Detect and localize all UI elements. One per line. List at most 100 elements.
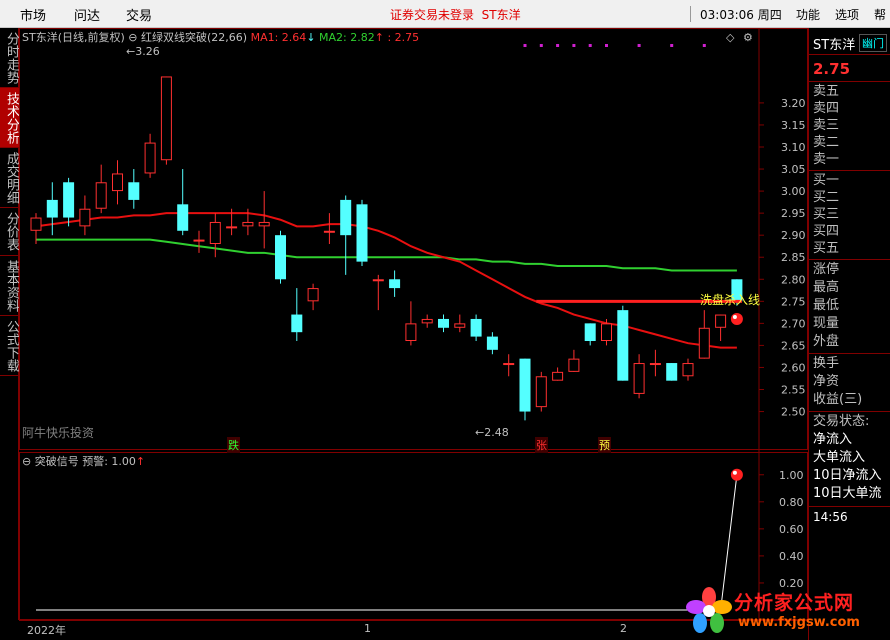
clock: 03:03:06 周四	[700, 8, 782, 22]
quote-panel: ST东洋 幽门 2.75 卖五 卖四 卖三 卖二 卖一 买一 买二 买三 买四 …	[808, 28, 890, 640]
signal-ball-highlight	[732, 470, 737, 475]
signal-tick-label: 0.60	[779, 523, 804, 536]
candle-up	[421, 318, 433, 324]
order-book-buy2: 买二	[813, 190, 840, 205]
collapse-icon[interactable]: ⊖	[22, 455, 31, 468]
ma2-value: MA2: 2.82	[319, 31, 375, 44]
price-tick-label: 2.70	[781, 317, 806, 330]
candle-down	[486, 336, 498, 350]
quote-tag[interactable]: 幽门	[859, 34, 887, 52]
candle-up	[307, 288, 319, 302]
order-book-sell5: 卖五	[813, 84, 840, 99]
signal-axis-labels: 1.000.800.600.400.20	[759, 469, 804, 590]
price-tick-label: 3.10	[781, 141, 806, 154]
candle-up	[454, 323, 466, 328]
quote-limit-up: 涨停	[813, 262, 840, 277]
candle-down	[275, 235, 286, 280]
candle-up	[79, 208, 91, 227]
candle-down	[519, 358, 531, 412]
candle-up	[226, 226, 238, 229]
mark-zhang: 张	[535, 437, 548, 453]
divider	[809, 259, 890, 260]
signal-dot	[572, 44, 576, 47]
price-tick-label: 3.15	[781, 119, 806, 132]
menu-wenda[interactable]: 问达	[74, 5, 100, 24]
ma1-value: MA1: 2.64	[250, 31, 307, 44]
price-tick-label: 2.55	[781, 384, 806, 397]
order-book-sell1: 卖一	[813, 152, 840, 167]
candle-down	[128, 182, 140, 200]
ten-day-net-inflow: 10日净流入	[813, 468, 882, 483]
candle-down	[63, 182, 75, 218]
divider	[809, 506, 890, 507]
price-tick-label: 2.60	[781, 361, 806, 374]
sub-indicator-name[interactable]: 突破信号	[35, 455, 79, 468]
menu-bar: 市场 问达 交易 证券交易未登录 ST东洋 03:03:06 周四 功能 选项 …	[0, 0, 890, 28]
ma2-line	[36, 238, 737, 272]
price-tick-label: 2.85	[781, 251, 806, 264]
chart-area[interactable]: 3.20 3.15 3.10 3.05 3.00 2.95 2.90 2.85 2.80 2.75…	[19, 28, 808, 620]
menu-separator	[690, 6, 691, 22]
signal-dot	[539, 44, 543, 47]
order-book-sell3: 卖三	[813, 118, 840, 133]
order-book-buy3: 买三	[813, 207, 840, 222]
tab-technical[interactable]: 技术分析	[0, 88, 19, 148]
signal-line-series	[36, 468, 743, 611]
signal-dot	[670, 44, 674, 47]
menu-help[interactable]: 帮	[874, 6, 886, 23]
logo-url: www.fxjgsw.com	[738, 615, 860, 630]
candle-up	[503, 363, 515, 366]
settings-icon[interactable]: ⚙	[743, 31, 753, 44]
price-tick-label: 3.05	[781, 163, 806, 176]
price-tick-label: 3.20	[781, 97, 806, 110]
menu-market[interactable]: 市场	[20, 5, 46, 24]
signal-ball-icon	[730, 468, 743, 481]
menu-options[interactable]: 选项	[835, 6, 859, 23]
signal-dot	[523, 44, 527, 47]
tab-trade-detail[interactable]: 成交明细	[0, 148, 19, 208]
menu-function[interactable]: 功能	[796, 6, 820, 23]
signal-ball-icon	[730, 312, 743, 325]
price-tick-label: 2.75	[781, 295, 806, 308]
tab-formula-download[interactable]: 公式下载	[0, 316, 19, 376]
candle-down	[356, 204, 368, 262]
chart-mode[interactable]: (日线,前复权)	[58, 31, 125, 44]
candle-up	[144, 142, 156, 174]
candle-down	[340, 199, 352, 236]
candle-up	[258, 221, 270, 227]
diamond-icon[interactable]: ◇	[726, 31, 735, 44]
candle-up	[193, 239, 205, 242]
quote-price: 2.75	[813, 60, 851, 78]
candlestick-series	[30, 76, 743, 421]
flower-logo-icon	[686, 587, 732, 633]
candle-up	[242, 221, 254, 227]
low-label: ←2.48	[475, 426, 509, 439]
tab-intraday[interactable]: 分时走势	[0, 28, 19, 88]
tab-fundamentals[interactable]: 基本资料	[0, 256, 19, 316]
menu-trade[interactable]: 交易	[126, 5, 152, 24]
indicator-name[interactable]: 红绿双线突破(22,66)	[141, 31, 247, 44]
watermark-text: 阿牛快乐投资	[22, 426, 95, 440]
tab-price-table[interactable]: 分价表	[0, 208, 19, 256]
quote-earnings: 收益(三)	[813, 392, 863, 407]
price-tick-label: 3.00	[781, 185, 806, 198]
price-tick-label: 2.95	[781, 207, 806, 220]
tick-time: 14:56	[813, 510, 848, 524]
collapse-icon[interactable]: ⊖	[128, 31, 137, 44]
quote-low: 最低	[813, 298, 840, 313]
ma1-line	[35, 212, 737, 349]
side-tabs: 分时走势 技术分析 成交明细 分价表 基本资料 公式下载	[0, 28, 19, 620]
divider	[809, 353, 890, 354]
price-tick-label: 2.80	[781, 273, 806, 286]
candle-up	[160, 76, 172, 161]
candle-up	[568, 358, 580, 372]
moving-average-lines	[35, 212, 737, 349]
order-book-buy5: 买五	[813, 241, 840, 256]
candle-up	[649, 363, 661, 366]
price-grid	[759, 102, 764, 413]
ten-day-large-order: 10日大单流	[813, 486, 882, 501]
signal-dot	[588, 44, 592, 47]
quote-outer-volume: 外盘	[813, 334, 840, 349]
chart-stock-name: ST东洋	[22, 31, 58, 44]
quote-net-assets: 净资	[813, 374, 840, 389]
